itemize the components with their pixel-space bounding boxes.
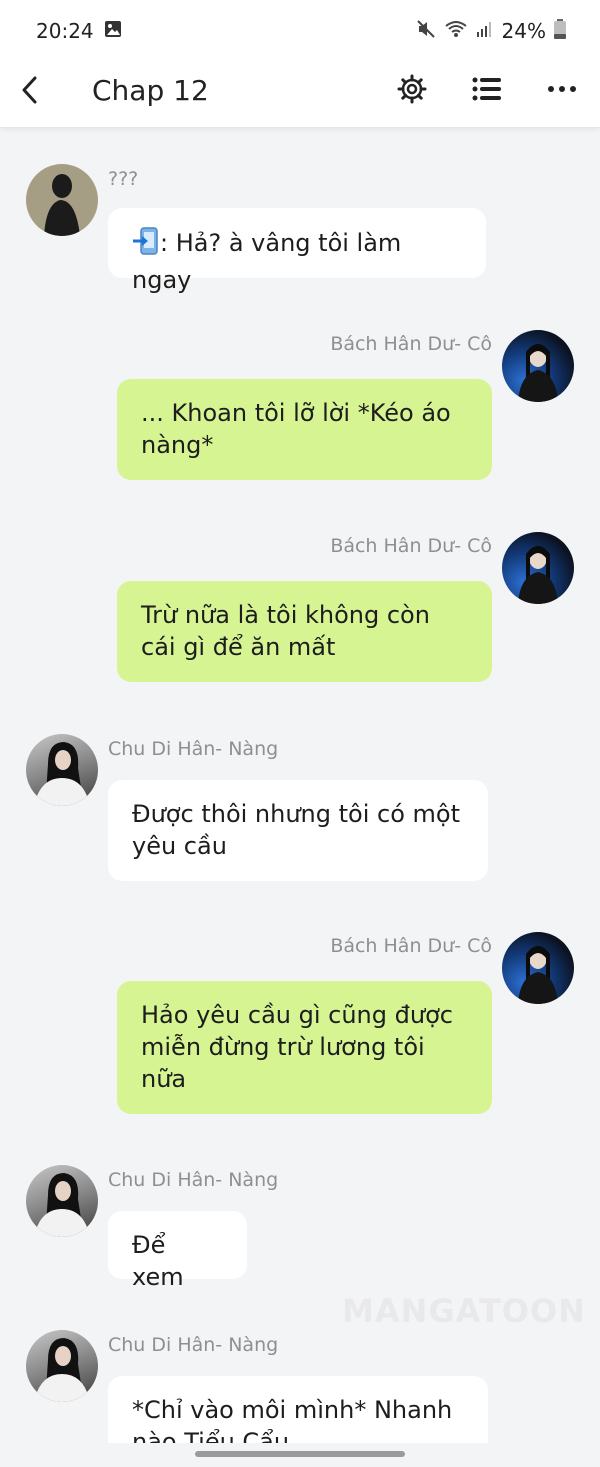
sender-name: Chu Di Hân- Nàng xyxy=(108,738,279,760)
avatar[interactable] xyxy=(26,1165,98,1237)
home-indicator[interactable] xyxy=(195,1451,405,1457)
avatar[interactable] xyxy=(502,532,574,604)
message-bubble[interactable]: Được thôi nhưng tôi có một yêu cầu xyxy=(108,780,488,881)
battery-text: 24% xyxy=(501,19,546,43)
message-bubble[interactable]: *Chỉ vào môi mình* Nhanh nào Tiểu Cẩu xyxy=(108,1376,488,1443)
status-left: 20:24 xyxy=(36,19,122,43)
status-bar: 20:24 24% xyxy=(0,0,600,62)
message-bubble[interactable]: Hảo yêu cầu gì cũng được miễn đừng trừ l… xyxy=(117,981,492,1114)
phone-transfer-icon xyxy=(132,226,160,264)
sender-name: Chu Di Hân- Nàng xyxy=(108,1169,279,1191)
avatar[interactable] xyxy=(26,164,98,236)
message-bubble[interactable]: Để xem xyxy=(108,1211,247,1291)
image-icon xyxy=(104,19,122,43)
message-text: : Hả? à vâng tôi làm ngay xyxy=(132,229,402,294)
back-icon[interactable] xyxy=(14,72,44,108)
message-text: Được thôi nhưng tôi có một yêu cầu xyxy=(132,800,460,860)
message-text: Trừ nữa là tôi không còn cái gì để ăn mấ… xyxy=(141,601,430,661)
message-text: ... Khoan tôi lỡ lời *Kéo áo nàng* xyxy=(141,399,451,459)
avatar[interactable] xyxy=(26,1330,98,1402)
page-title: Chap 12 xyxy=(92,74,209,107)
signal-icon xyxy=(476,19,494,43)
wifi-icon xyxy=(444,19,468,44)
watermark: MANGATOON xyxy=(342,1292,586,1330)
gear-icon[interactable] xyxy=(395,72,429,106)
message-text: Để xem xyxy=(132,1231,184,1291)
avatar[interactable] xyxy=(502,330,574,402)
sender-name: Chu Di Hân- Nàng xyxy=(108,1334,279,1356)
sender-name: Bách Hân Dư- Cô xyxy=(330,535,492,557)
status-time: 20:24 xyxy=(36,19,94,43)
list-icon[interactable] xyxy=(470,72,504,106)
message-bubble[interactable]: Trừ nữa là tôi không còn cái gì để ăn mấ… xyxy=(117,581,492,682)
message-bubble[interactable]: : Hả? à vâng tôi làm ngay xyxy=(108,208,486,294)
more-icon[interactable] xyxy=(545,72,579,106)
battery-icon xyxy=(554,18,566,44)
mute-icon xyxy=(416,19,436,44)
chat-area[interactable]: ??? : Hả? à vâng tôi làm ngay Bách Hân D… xyxy=(0,128,600,1443)
message-bubble[interactable]: ... Khoan tôi lỡ lời *Kéo áo nàng* xyxy=(117,379,492,480)
status-right: 24% xyxy=(416,18,566,44)
message-text: Hảo yêu cầu gì cũng được miễn đừng trừ l… xyxy=(141,1001,453,1093)
sender-name: Bách Hân Dư- Cô xyxy=(330,935,492,957)
sender-name: ??? xyxy=(108,168,139,190)
app-header: Chap 12 xyxy=(0,62,600,128)
avatar[interactable] xyxy=(26,734,98,806)
sender-name: Bách Hân Dư- Cô xyxy=(330,333,492,355)
avatar[interactable] xyxy=(502,932,574,1004)
message-text: *Chỉ vào môi mình* Nhanh nào Tiểu Cẩu xyxy=(132,1396,453,1443)
